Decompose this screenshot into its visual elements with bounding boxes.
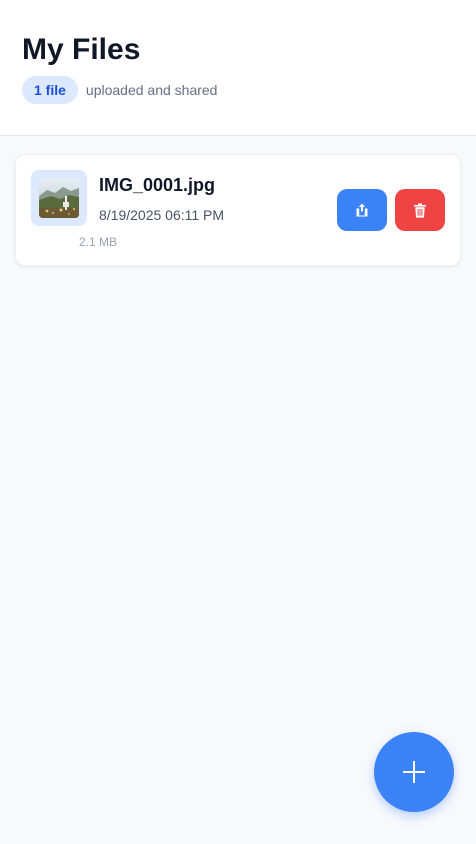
page-title: My Files [22, 33, 141, 66]
file-size: 2.1 MB [79, 235, 118, 249]
file-date: 8/19/2025 06:11 PM [99, 207, 225, 223]
delete-button[interactable] [395, 189, 445, 231]
file-thumbnail-frame [31, 170, 87, 226]
file-count-badge: 1 file [22, 76, 78, 104]
trash-icon [413, 203, 427, 218]
share-icon [355, 203, 369, 217]
file-card[interactable]: IMG_0001.jpg 8/19/2025 06:11 PM 2.1 MB [15, 154, 461, 266]
file-name: IMG_0001.jpg [99, 175, 216, 195]
header: My Files 1 file uploaded and shared [0, 0, 476, 136]
add-file-button[interactable] [374, 732, 454, 812]
image-thumbnail [39, 178, 79, 218]
share-button[interactable] [337, 189, 387, 231]
file-count-suffix: uploaded and shared [85, 82, 218, 98]
file-count-row: 1 file uploaded and shared [22, 76, 217, 104]
plus-icon [402, 760, 426, 784]
